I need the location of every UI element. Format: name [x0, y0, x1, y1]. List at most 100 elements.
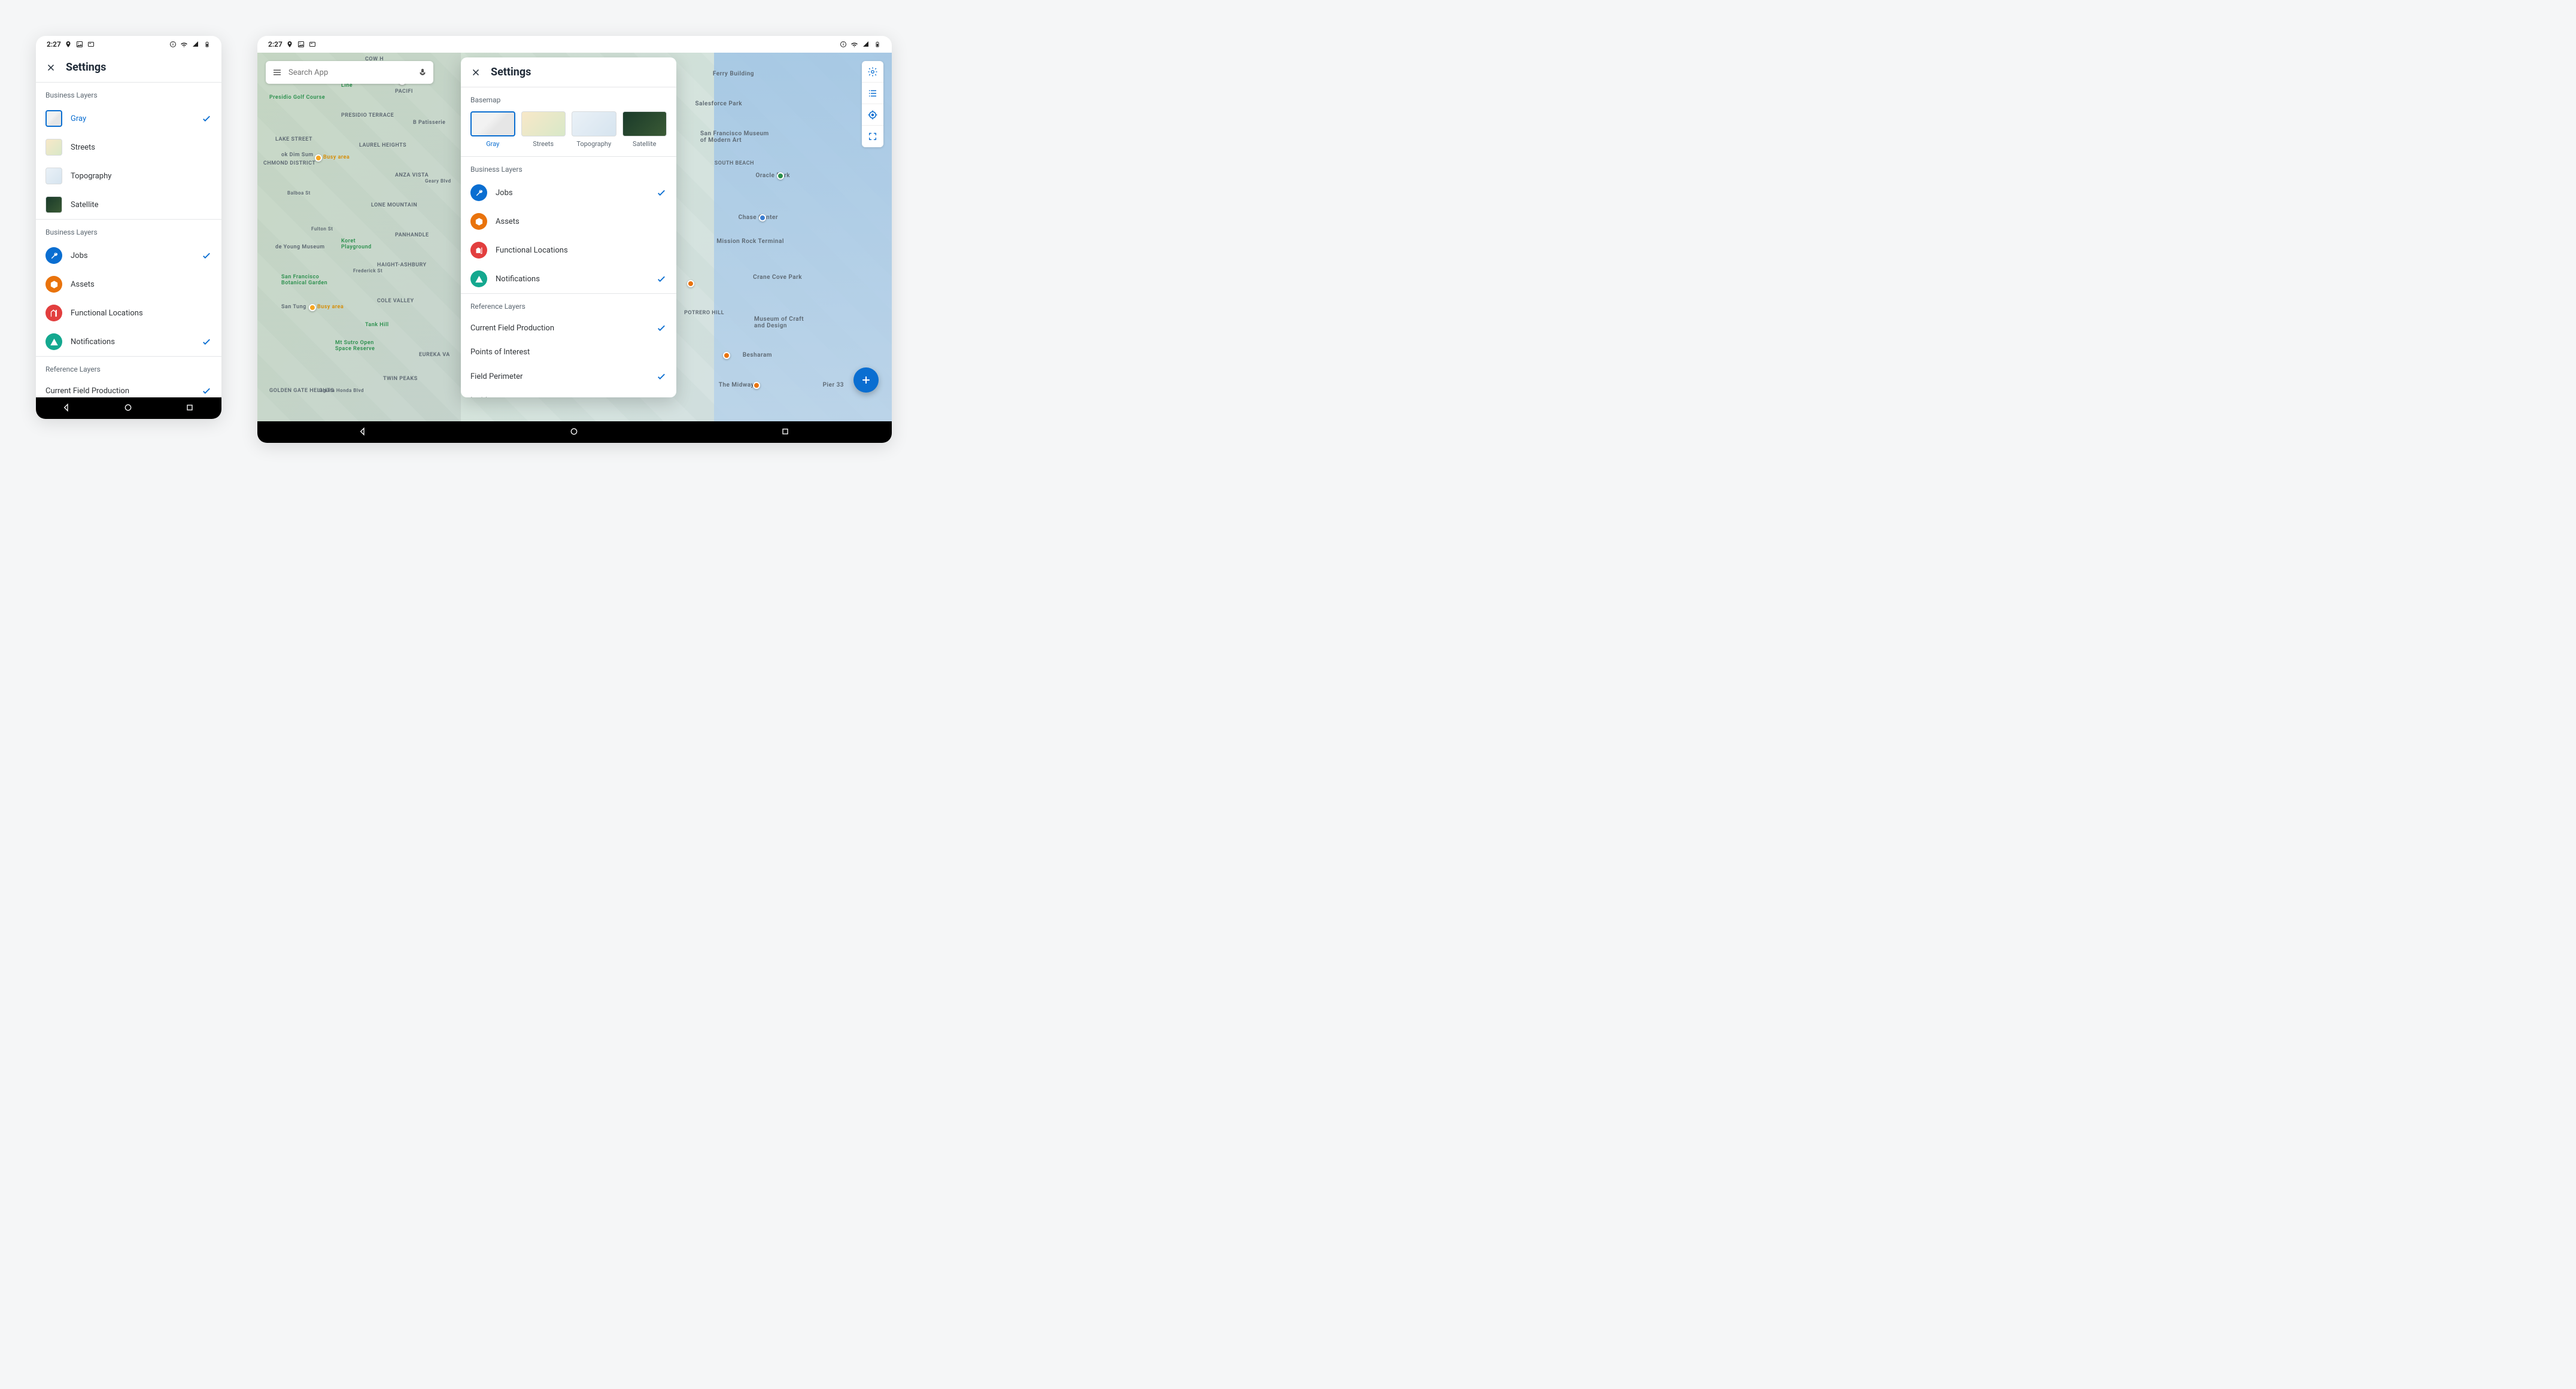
reference-label: Field Perimeter	[470, 372, 523, 381]
check-icon	[201, 336, 212, 347]
tablet-status-bar: 2:27	[257, 36, 892, 53]
map-poi-icon[interactable]	[777, 172, 784, 180]
map-poi-icon[interactable]	[759, 214, 766, 221]
basemap-thumb-satellite	[622, 111, 667, 136]
status-time: 2:27	[268, 40, 282, 48]
layer-label: Assets	[496, 217, 667, 226]
reference-row-current-field-production[interactable]: Current Field Production	[36, 378, 221, 397]
layer-row-functional-locations[interactable]: Functional Locations	[461, 236, 676, 265]
basemap-option-streets[interactable]: Streets	[521, 111, 566, 148]
reference-row-incidents[interactable]: Incidents	[461, 389, 676, 397]
cube-icon	[45, 276, 62, 293]
add-fab-button[interactable]	[853, 367, 879, 393]
basemap-label: Streets	[521, 140, 566, 148]
nav-recent-icon[interactable]	[780, 427, 791, 437]
location-pin-icon	[286, 41, 294, 48]
map-label: Mt Sutro Open Space Reserve	[335, 340, 383, 352]
reference-layers-section-label: Reference Layers	[36, 357, 221, 378]
nav-back-icon[interactable]	[62, 403, 72, 414]
basemap-thumb-streets	[45, 139, 62, 156]
map-label: San Francisco Museum of Modern Art	[700, 130, 772, 144]
fullscreen-button[interactable]	[862, 126, 883, 147]
check-icon	[201, 113, 212, 124]
nav-home-icon[interactable]	[123, 403, 134, 414]
map-label: Besharam	[743, 352, 772, 358]
locate-me-button[interactable]	[862, 104, 883, 126]
search-bar[interactable]	[266, 61, 433, 84]
map-label: LAKE STREET	[275, 136, 312, 142]
tablet-map-area[interactable]: COW H PACIFI PRESIDIO TERRACE LAKE STREE…	[257, 53, 892, 421]
map-poi-icon[interactable]	[687, 280, 694, 287]
map-label: de Young Museum	[275, 244, 325, 250]
mic-icon[interactable]	[418, 68, 427, 77]
map-label: Balboa St	[287, 190, 311, 196]
reference-row-field-perimeter[interactable]: Field Perimeter	[461, 364, 676, 389]
business-layers-section-label: Business Layers	[461, 157, 676, 178]
map-label: PRESIDIO TERRACE	[341, 113, 394, 118]
basemap-option-satellite[interactable]: Satellite	[622, 111, 667, 148]
map-poi-icon[interactable]	[309, 304, 316, 311]
reference-row-current-field-production[interactable]: Current Field Production	[461, 315, 676, 341]
map-label: POTRERO HILL	[684, 310, 724, 316]
map-poi-icon[interactable]	[753, 382, 760, 389]
info-icon	[839, 41, 847, 48]
hamburger-icon[interactable]	[272, 67, 282, 78]
wrench-icon	[470, 184, 487, 201]
basemap-option-streets[interactable]: Streets	[36, 133, 221, 162]
tablet-settings-panel: Settings Basemap Gray Streets Topograph	[461, 57, 676, 397]
nav-recent-icon[interactable]	[185, 403, 196, 414]
image-icon	[76, 41, 84, 48]
map-label: The Midway	[719, 382, 754, 388]
alert-icon	[470, 270, 487, 287]
nav-home-icon[interactable]	[569, 427, 580, 437]
reference-layers-section-label: Reference Layers	[461, 294, 676, 315]
basemap-option-topography[interactable]: Topography	[572, 111, 616, 148]
layer-row-notifications[interactable]: Notifications	[461, 265, 676, 293]
basemap-option-topography[interactable]: Topography	[36, 162, 221, 190]
map-label: Laguna Honda Blvd	[317, 388, 364, 393]
settings-gear-button[interactable]	[862, 61, 883, 83]
map-label: Busy area	[317, 304, 344, 310]
phone-reference-list: Current Field Production Points of Inter…	[36, 378, 221, 397]
map-label: San Tung	[281, 304, 306, 310]
layer-row-assets[interactable]: Assets	[36, 270, 221, 299]
basemap-thumb-streets	[521, 111, 566, 136]
basemap-thumb-topography	[572, 111, 616, 136]
map-label: B Patisserie	[413, 120, 445, 126]
basemap-label: Streets	[71, 143, 212, 152]
map-toolbar	[862, 61, 883, 147]
close-icon[interactable]	[45, 62, 56, 73]
signal-icon	[862, 41, 870, 48]
map-label: EUREKA VA	[419, 352, 450, 358]
tablet-settings-scroll[interactable]: Basemap Gray Streets Topography	[461, 87, 676, 397]
layer-row-jobs[interactable]: Jobs	[461, 178, 676, 207]
phone-settings-scroll[interactable]: Business Layers Gray Streets Topography …	[36, 83, 221, 397]
map-poi-icon[interactable]	[723, 352, 730, 359]
phone-basemap-section-label: Business Layers	[36, 83, 221, 104]
business-layers-section-label: Business Layers	[36, 220, 221, 241]
map-label: PACIFI	[395, 89, 413, 95]
check-icon	[656, 187, 667, 198]
basemap-option-gray[interactable]: Gray	[36, 104, 221, 133]
basemap-option-satellite[interactable]: Satellite	[36, 190, 221, 219]
reference-label: Current Field Production	[45, 387, 129, 396]
map-label: Chase Center	[739, 214, 778, 221]
check-icon	[201, 385, 212, 396]
layer-row-assets[interactable]: Assets	[461, 207, 676, 236]
map-poi-icon[interactable]	[315, 154, 322, 162]
map-label: Koret Playground	[341, 238, 377, 250]
nav-back-icon[interactable]	[358, 427, 369, 437]
close-icon[interactable]	[470, 67, 481, 78]
map-label: Pier 33	[823, 382, 844, 388]
phone-status-bar: 2:27	[36, 36, 221, 53]
layer-row-jobs[interactable]: Jobs	[36, 241, 221, 270]
layers-list-button[interactable]	[862, 83, 883, 104]
map-label: Ferry Building	[713, 71, 754, 77]
basemap-option-gray[interactable]: Gray	[470, 111, 515, 148]
layer-row-notifications[interactable]: Notifications	[36, 327, 221, 356]
map-label: Mission Rock Terminal	[716, 238, 784, 245]
layer-row-functional-locations[interactable]: Functional Locations	[36, 299, 221, 327]
reference-row-points-of-interest[interactable]: Points of Interest	[461, 341, 676, 364]
search-input[interactable]	[288, 68, 412, 77]
android-nav-bar	[257, 421, 892, 443]
